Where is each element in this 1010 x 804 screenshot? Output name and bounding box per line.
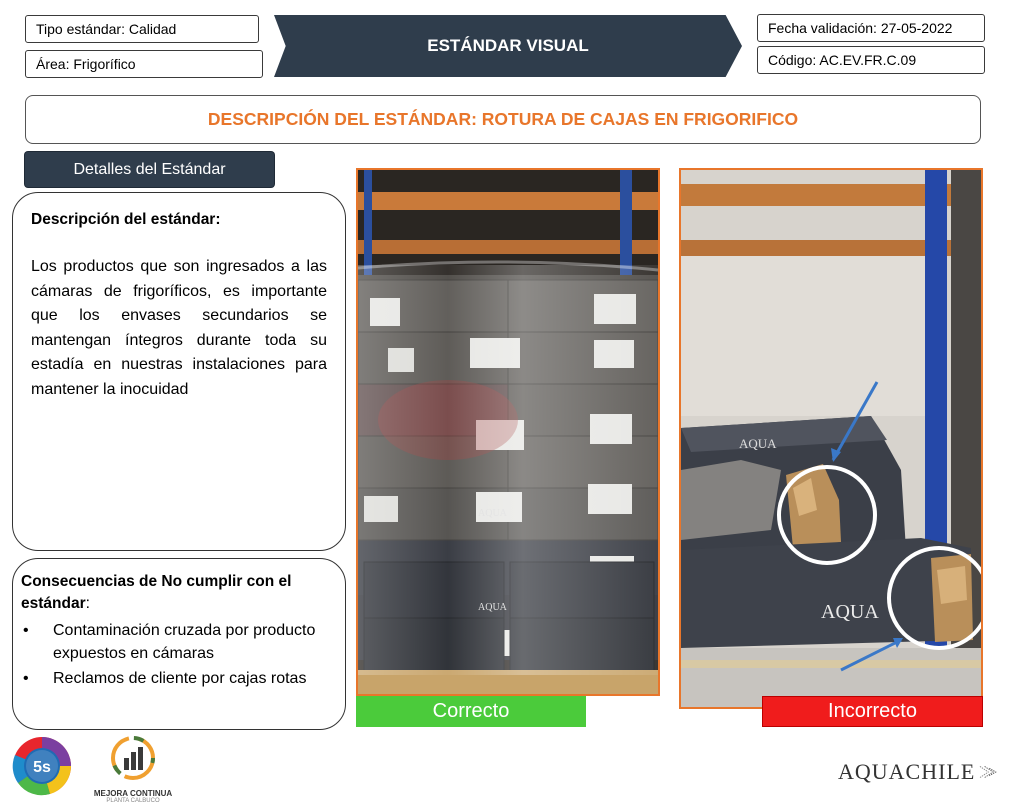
mejora-continua-icon [111, 736, 155, 780]
mejora-continua-logo: MEJORA CONTINUA PLANTA CALBUCO [88, 734, 178, 804]
mejora-continua-subtext: PLANTA CALBUCO [106, 798, 160, 804]
list-item: • Contaminación cruzada por producto exp… [21, 619, 337, 665]
fecha-validacion-box: Fecha validación: 27-05-2022 [757, 14, 985, 42]
incorrect-boxes-illustration: AQUA AQUA [681, 170, 981, 707]
consequences-heading-text: Consecuencias de No cumplir con el están… [21, 573, 292, 612]
correct-label-text: Correcto [432, 700, 510, 722]
box-brand-text: AQUA [821, 601, 879, 623]
five-s-logo-icon: 5s [12, 737, 72, 796]
standard-description-title-text: DESCRIPCIÓN DEL ESTÁNDAR: ROTURA DE CAJA… [207, 109, 799, 129]
incorrect-example-photo: AQUA AQUA [679, 168, 983, 709]
description-panel: Descripción del estándar: Los productos … [12, 192, 346, 551]
area-box: Área: Frigorífico [25, 50, 263, 78]
tipo-estandar-text: Tipo estándar: Calidad [36, 21, 177, 37]
codigo-box: Código: AC.EV.FR.C.09 [757, 46, 985, 74]
consequences-list: • Contaminación cruzada por producto exp… [21, 619, 337, 690]
box-brand-text: AQUA [739, 436, 777, 451]
consequences-heading-colon: : [85, 595, 90, 612]
incorrect-label-text: Incorrecto [828, 700, 917, 722]
aquachile-wave-icon [980, 766, 998, 778]
correct-example-photo: AQUA AQUA [356, 168, 660, 696]
list-item-text: Reclamos de cliente por cajas rotas [53, 670, 307, 687]
details-button-label: Detalles del Estándar [73, 160, 226, 178]
fecha-validacion-text: Fecha validación: 27-05-2022 [768, 20, 953, 36]
incorrect-label: Incorrecto [762, 696, 983, 727]
area-text: Área: Frigorífico [36, 56, 136, 72]
codigo-text: Código: AC.EV.FR.C.09 [768, 52, 917, 68]
consequences-heading: Consecuencias de No cumplir con el están… [21, 571, 337, 615]
aquachile-logo: AQUACHILE [838, 752, 998, 792]
correct-label: Correcto [356, 696, 586, 727]
consequences-panel: Consecuencias de No cumplir con el están… [12, 558, 346, 730]
bullet-icon: • [23, 670, 29, 687]
list-item: • Reclamos de cliente por cajas rotas [21, 667, 337, 690]
description-body: Los productos que son ingresados a las c… [31, 258, 327, 398]
correct-pallet-illustration: AQUA AQUA [358, 170, 658, 694]
five-s-text: 5s [33, 759, 51, 776]
tipo-estandar-box: Tipo estándar: Calidad [25, 15, 259, 43]
aquachile-text: AQUACHILE [838, 759, 976, 784]
details-button[interactable]: Detalles del Estándar [25, 152, 274, 187]
list-item-text: Contaminación cruzada por producto expue… [53, 622, 316, 662]
description-heading: Descripción del estándar: [31, 211, 221, 228]
page-title: ESTÁNDAR VISUAL [427, 36, 589, 55]
bullet-icon: • [23, 622, 29, 639]
standard-description-title: DESCRIPCIÓN DEL ESTÁNDAR: ROTURA DE CAJA… [25, 95, 981, 144]
five-s-logo: 5s [10, 735, 74, 797]
mejora-continua-text: MEJORA CONTINUA [93, 789, 173, 798]
page-title-banner: ESTÁNDAR VISUAL [274, 15, 742, 77]
